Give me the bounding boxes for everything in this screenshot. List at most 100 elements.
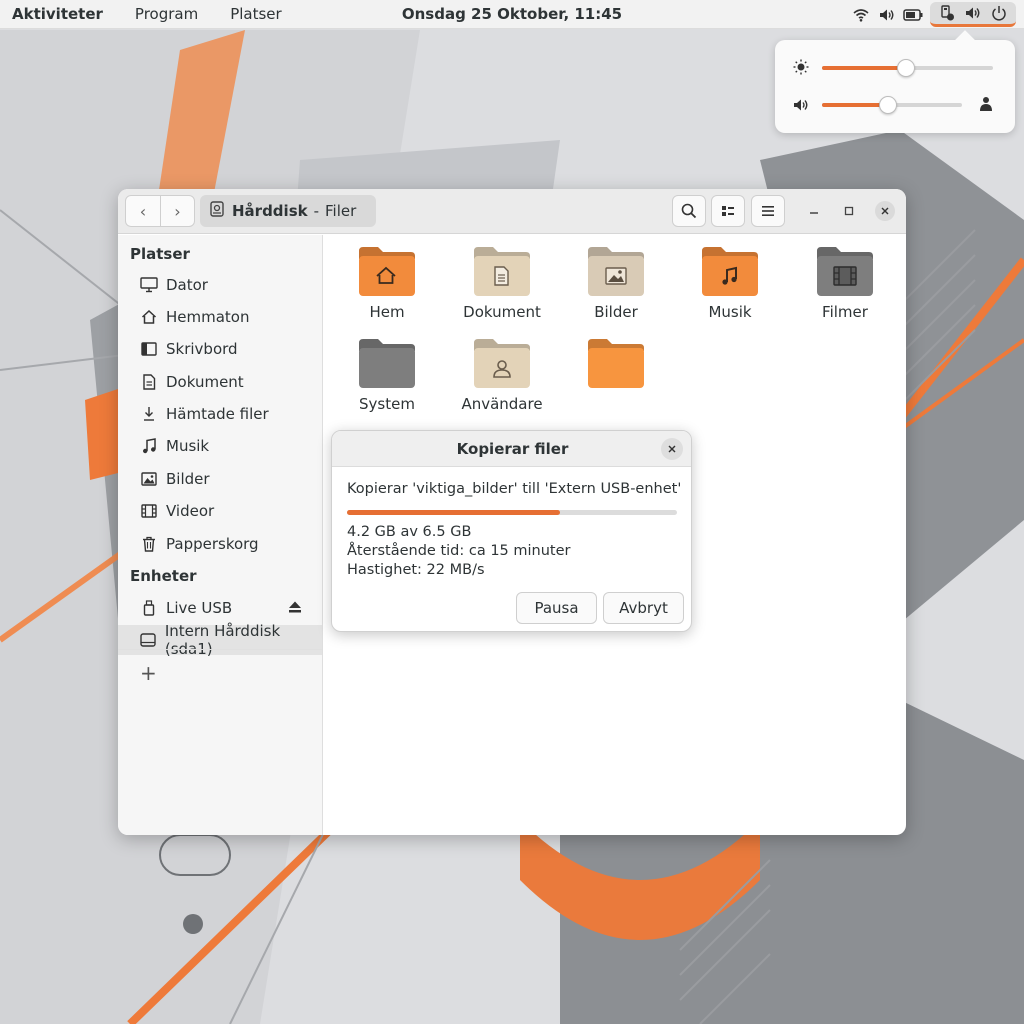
quick-settings-popover bbox=[775, 40, 1015, 133]
computer-icon bbox=[140, 276, 158, 294]
video-icon bbox=[140, 502, 158, 520]
folder-item[interactable]: Användare bbox=[447, 337, 557, 413]
system-menu-indicators[interactable] bbox=[930, 2, 1016, 27]
cancel-button[interactable]: Avbryt bbox=[603, 592, 684, 624]
sidebar-item-papperskorg[interactable]: Papperskorg bbox=[118, 529, 322, 559]
folder-label: Filmer bbox=[822, 303, 868, 321]
sidebar-item-label: Hämtade filer bbox=[166, 405, 269, 423]
brightness-slider-handle[interactable] bbox=[896, 59, 915, 77]
back-button[interactable]: ‹ bbox=[126, 196, 160, 226]
plus-icon: + bbox=[140, 661, 157, 685]
search-icon bbox=[681, 203, 697, 219]
volume-slider[interactable] bbox=[822, 96, 962, 114]
folder-icon bbox=[588, 339, 644, 388]
volume-icon[interactable] bbox=[874, 0, 900, 29]
folder-item[interactable]: System bbox=[332, 337, 442, 413]
music-icon bbox=[702, 247, 758, 296]
view-toggle-button[interactable] bbox=[711, 195, 745, 227]
sidebar-item-skrivbord[interactable]: Skrivbord bbox=[118, 334, 322, 364]
sidebar-item-bilder[interactable]: Bilder bbox=[118, 464, 322, 494]
headphones-icon[interactable] bbox=[979, 96, 993, 116]
chevron-left-icon: ‹ bbox=[139, 201, 147, 221]
volume-row bbox=[793, 95, 1003, 115]
copy-progress-bar bbox=[347, 510, 677, 515]
folder-label: Användare bbox=[461, 395, 543, 413]
drive-icon bbox=[140, 631, 157, 649]
sidebar-item-label: Intern Hårddisk (sda1) bbox=[164, 622, 281, 658]
path-separator: - bbox=[313, 202, 320, 220]
close-icon bbox=[881, 207, 889, 215]
brightness-slider-fill bbox=[822, 66, 906, 70]
app-name: Filer bbox=[325, 202, 357, 220]
sidebar-header-places: Platser bbox=[130, 245, 190, 263]
copy-message: Kopierar 'viktiga_bilder' till 'Extern U… bbox=[347, 481, 682, 497]
battery-icon[interactable] bbox=[900, 0, 926, 29]
folder-item[interactable]: Filmer bbox=[790, 245, 900, 321]
sidebar-divider bbox=[118, 649, 322, 650]
folder-item[interactable]: Musik bbox=[675, 245, 785, 321]
close-icon bbox=[668, 445, 676, 453]
copy-remaining-time: Återstående tid: ca 15 minuter bbox=[347, 543, 571, 559]
hamburger-menu-icon bbox=[762, 206, 774, 216]
chevron-right-icon: › bbox=[174, 201, 181, 221]
usb-icon bbox=[140, 599, 158, 617]
sidebar-item-dokument[interactable]: Dokument bbox=[118, 367, 322, 397]
sidebar: Platser Dator Hemmaton Skrivbord Dokumen… bbox=[118, 235, 323, 835]
power-icon bbox=[986, 0, 1012, 28]
sidebar-item-videor[interactable]: Videor bbox=[118, 496, 322, 526]
sidebar-item-label: Papperskorg bbox=[166, 535, 259, 553]
sidebar-item-label: Hemmaton bbox=[166, 308, 250, 326]
folder-item[interactable]: Dokument bbox=[447, 245, 557, 321]
document-icon bbox=[140, 373, 158, 391]
places-menu[interactable]: Platser bbox=[214, 0, 298, 29]
clock[interactable]: Onsdag 25 Oktober, 11:45 bbox=[402, 5, 622, 23]
main-menu-button[interactable] bbox=[751, 195, 785, 227]
folder-item[interactable]: Hem bbox=[332, 245, 442, 321]
folder-label: System bbox=[359, 395, 415, 413]
document-icon bbox=[474, 247, 530, 296]
sidebar-item-musik[interactable]: Musik bbox=[118, 431, 322, 461]
volume-slider-handle[interactable] bbox=[878, 96, 897, 114]
sidebar-header-devices: Enheter bbox=[130, 567, 197, 585]
drive-icon bbox=[210, 201, 224, 221]
folder-label: Bilder bbox=[594, 303, 638, 321]
sidebar-item-label: Videor bbox=[166, 502, 215, 520]
search-button[interactable] bbox=[672, 195, 706, 227]
folder-label: Hem bbox=[369, 303, 405, 321]
path-bar[interactable]: Hårddisk - Filer bbox=[200, 195, 376, 227]
close-button[interactable] bbox=[875, 201, 895, 221]
trash-icon bbox=[140, 535, 158, 553]
sidebar-item-label: Skrivbord bbox=[166, 340, 238, 358]
minimize-button[interactable] bbox=[804, 201, 824, 221]
programs-menu[interactable]: Program bbox=[119, 0, 214, 29]
sidebar-item-downloads[interactable]: Hämtade filer bbox=[118, 399, 322, 429]
folder-label: Musik bbox=[708, 303, 752, 321]
pause-button[interactable]: Pausa bbox=[516, 592, 597, 624]
film-icon bbox=[817, 247, 873, 296]
brightness-slider[interactable] bbox=[822, 59, 993, 77]
folder-label: Dokument bbox=[463, 303, 541, 321]
sidebar-item-live-usb[interactable]: Live USB bbox=[118, 593, 322, 623]
forward-button[interactable]: › bbox=[160, 196, 194, 226]
wifi-icon[interactable] bbox=[848, 0, 874, 29]
sidebar-item-hemmaton[interactable]: Hemmaton bbox=[118, 302, 322, 332]
eject-icon[interactable] bbox=[288, 600, 302, 618]
sidebar-item-label: Dator bbox=[166, 276, 208, 294]
user-icon bbox=[474, 339, 530, 388]
sidebar-item-dator[interactable]: Dator bbox=[118, 270, 322, 300]
sidebar-item-intern-harddisk[interactable]: Intern Hårddisk (sda1) bbox=[118, 622, 322, 658]
folder-item[interactable]: Bilder bbox=[561, 245, 671, 321]
top-bar: Aktiviteter Program Platser Onsdag 25 Ok… bbox=[0, 0, 1024, 29]
image-icon bbox=[588, 247, 644, 296]
add-location-button[interactable]: + bbox=[140, 661, 157, 685]
maximize-button[interactable] bbox=[839, 201, 859, 221]
download-icon bbox=[140, 405, 158, 423]
dialog-title: Kopierar filer bbox=[332, 431, 691, 467]
folder-item[interactable] bbox=[561, 337, 671, 395]
navigation-buttons: ‹ › bbox=[125, 195, 195, 227]
sidebar-item-label: Dokument bbox=[166, 373, 244, 391]
copy-files-dialog: Kopierar filer Kopierar 'viktiga_bilder'… bbox=[331, 430, 692, 632]
activities-button[interactable]: Aktiviteter bbox=[0, 0, 119, 29]
desktop-icon bbox=[140, 340, 158, 358]
dialog-close-button[interactable] bbox=[661, 438, 683, 460]
